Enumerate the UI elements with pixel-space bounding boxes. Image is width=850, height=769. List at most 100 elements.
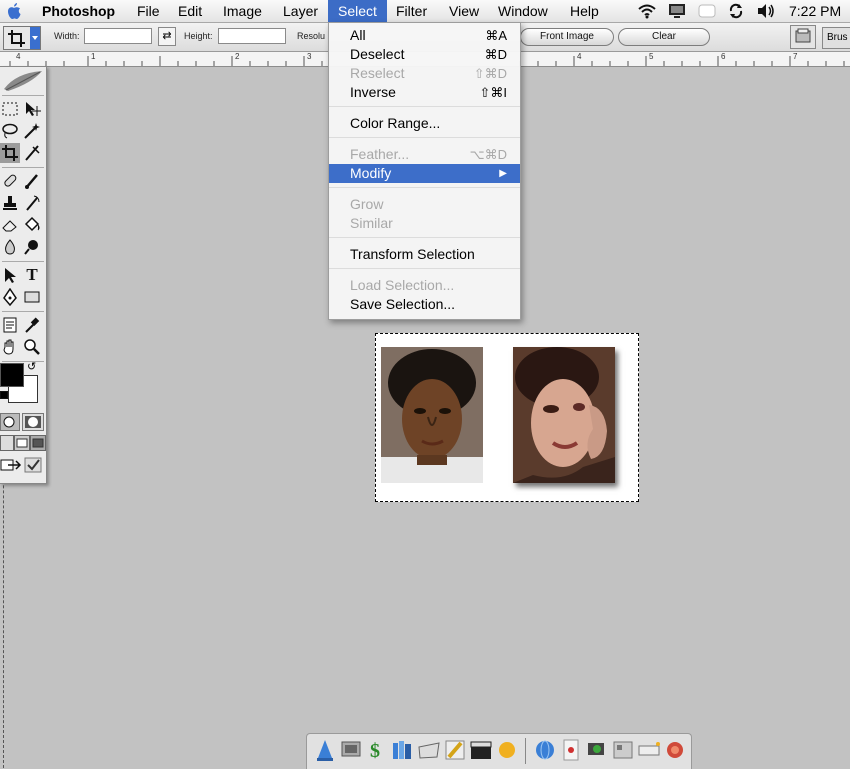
- menu-app-photoshop[interactable]: Photoshop: [42, 0, 115, 22]
- healing-brush-tool-icon[interactable]: [0, 171, 20, 191]
- menu-separator: [329, 237, 520, 238]
- tool-preset-picker[interactable]: [3, 26, 41, 50]
- menu-edit[interactable]: Edit: [178, 0, 202, 22]
- menu-filter[interactable]: Filter: [396, 0, 427, 22]
- full-screen-mode-icon[interactable]: [30, 435, 46, 451]
- eraser-tool-icon[interactable]: [0, 215, 20, 235]
- crop-tool-icon[interactable]: [0, 143, 20, 163]
- menu-file[interactable]: File: [137, 0, 160, 22]
- dodge-tool-icon[interactable]: [22, 237, 42, 257]
- clapperboard-dock-icon[interactable]: [469, 738, 493, 762]
- foreground-color-swatch[interactable]: [0, 363, 24, 387]
- zoom-tool-icon[interactable]: [22, 337, 42, 357]
- clone-stamp-tool-icon[interactable]: [0, 193, 20, 213]
- apple-menu-icon[interactable]: [6, 2, 22, 20]
- file-browser-icon[interactable]: [790, 25, 816, 49]
- checkmark-icon[interactable]: [24, 457, 42, 473]
- menu-separator: [329, 187, 520, 188]
- height-input[interactable]: [218, 28, 286, 44]
- jump-to-imageready-icon[interactable]: [0, 457, 22, 473]
- history-brush-tool-icon[interactable]: [22, 193, 42, 213]
- path-selection-tool-icon[interactable]: [0, 265, 20, 285]
- menu-item-save-selection[interactable]: Save Selection...: [329, 295, 520, 314]
- rectangle-tool-icon[interactable]: [22, 287, 42, 307]
- swap-dimensions-icon[interactable]: ⇄: [158, 27, 176, 46]
- menu-item-modify[interactable]: Modify ▶: [329, 164, 520, 183]
- brushes-palette-tab[interactable]: Brus: [822, 27, 850, 49]
- menu-item-feather: Feather... ⌥⌘D: [329, 145, 520, 164]
- hand-tool-icon[interactable]: [0, 337, 20, 357]
- ruler-number: 4: [16, 52, 21, 61]
- notes-tool-icon[interactable]: [0, 315, 20, 335]
- ruler-number: 7: [793, 52, 798, 61]
- globe-dock-icon[interactable]: [533, 738, 557, 762]
- system-preferences-dock-icon[interactable]: [339, 738, 363, 762]
- menu-item-color-range[interactable]: Color Range...: [329, 114, 520, 133]
- default-colors-icon[interactable]: [0, 391, 8, 399]
- finder-dock-icon[interactable]: [313, 738, 337, 762]
- dock-separator: [525, 738, 526, 764]
- front-image-button[interactable]: Front Image: [520, 28, 614, 46]
- eyedropper-tool-icon[interactable]: [22, 315, 42, 335]
- menubar-clock[interactable]: 7:22 PM: [789, 0, 841, 22]
- resolution-label: Resolu: [297, 31, 326, 41]
- marquee-tool-icon[interactable]: [0, 99, 20, 119]
- menu-item-deselect[interactable]: Deselect ⌘D: [329, 45, 520, 64]
- mirror-icon[interactable]: [698, 3, 716, 19]
- keyboard-dock-icon[interactable]: [637, 738, 661, 762]
- magic-wand-tool-icon[interactable]: [22, 121, 42, 141]
- mail-dock-icon[interactable]: [417, 738, 441, 762]
- document-dock-icon[interactable]: [559, 738, 583, 762]
- lasso-tool-icon[interactable]: [0, 121, 20, 141]
- menu-item-inverse[interactable]: Inverse ⇧⌘I: [329, 83, 520, 102]
- weather-dock-icon[interactable]: [495, 738, 519, 762]
- slice-tool-icon[interactable]: [22, 143, 42, 163]
- portrait-photo-right: [513, 347, 615, 483]
- swap-colors-icon[interactable]: ↺: [27, 360, 36, 373]
- display-icon[interactable]: [668, 3, 686, 19]
- volume-icon[interactable]: [756, 3, 776, 19]
- move-tool-icon[interactable]: [22, 99, 42, 119]
- ruler-number: 6: [721, 52, 726, 61]
- feather-logo-icon[interactable]: [2, 69, 44, 93]
- tools-palette: T ↺: [0, 66, 47, 484]
- trash-dock-icon[interactable]: [663, 738, 687, 762]
- menu-window[interactable]: Window: [498, 0, 548, 22]
- menu-layer[interactable]: Layer: [283, 0, 318, 22]
- menu-item-grow: Grow: [329, 195, 520, 214]
- menu-view[interactable]: View: [449, 0, 479, 22]
- menu-bar: Photoshop File Edit Image Layer Select F…: [0, 0, 850, 23]
- menu-item-transform-selection[interactable]: Transform Selection: [329, 245, 520, 264]
- submenu-arrow-icon: ▶: [499, 168, 507, 179]
- menu-select[interactable]: Select: [328, 0, 387, 22]
- menu-help[interactable]: Help: [570, 0, 599, 22]
- brush-tool-icon[interactable]: [22, 171, 42, 191]
- quick-mask-mode-icon[interactable]: [22, 413, 44, 431]
- pen-tool-icon[interactable]: [0, 287, 20, 307]
- blur-tool-icon[interactable]: [0, 237, 20, 257]
- ruler-number: 3: [307, 52, 312, 61]
- chevron-down-icon[interactable]: [30, 27, 40, 49]
- standard-screen-mode-icon[interactable]: [0, 435, 14, 451]
- books-dock-icon[interactable]: [391, 738, 415, 762]
- utilities-dock-icon[interactable]: [611, 738, 635, 762]
- menu-item-similar: Similar: [329, 214, 520, 233]
- document-canvas[interactable]: [375, 333, 639, 502]
- menu-item-all[interactable]: All ⌘A: [329, 26, 520, 45]
- sync-icon[interactable]: [728, 3, 744, 19]
- ruler-number: 4: [577, 52, 582, 61]
- standard-mode-icon[interactable]: [0, 413, 20, 431]
- menu-image[interactable]: Image: [223, 0, 262, 22]
- width-input[interactable]: [84, 28, 152, 44]
- paint-bucket-tool-icon[interactable]: [22, 215, 42, 235]
- full-screen-menu-mode-icon[interactable]: [14, 435, 30, 451]
- menu-item-shortcut: ⇧⌘I: [479, 85, 507, 100]
- clear-button[interactable]: Clear: [618, 28, 710, 46]
- menu-item-shortcut: ⇧⌘D: [473, 66, 507, 81]
- type-tool-icon[interactable]: T: [22, 265, 42, 285]
- dock: $: [306, 733, 692, 769]
- pencil-app-dock-icon[interactable]: [443, 738, 467, 762]
- dollar-app-dock-icon[interactable]: $: [365, 738, 389, 762]
- network-dock-icon[interactable]: [585, 738, 609, 762]
- wifi-icon[interactable]: [637, 3, 657, 19]
